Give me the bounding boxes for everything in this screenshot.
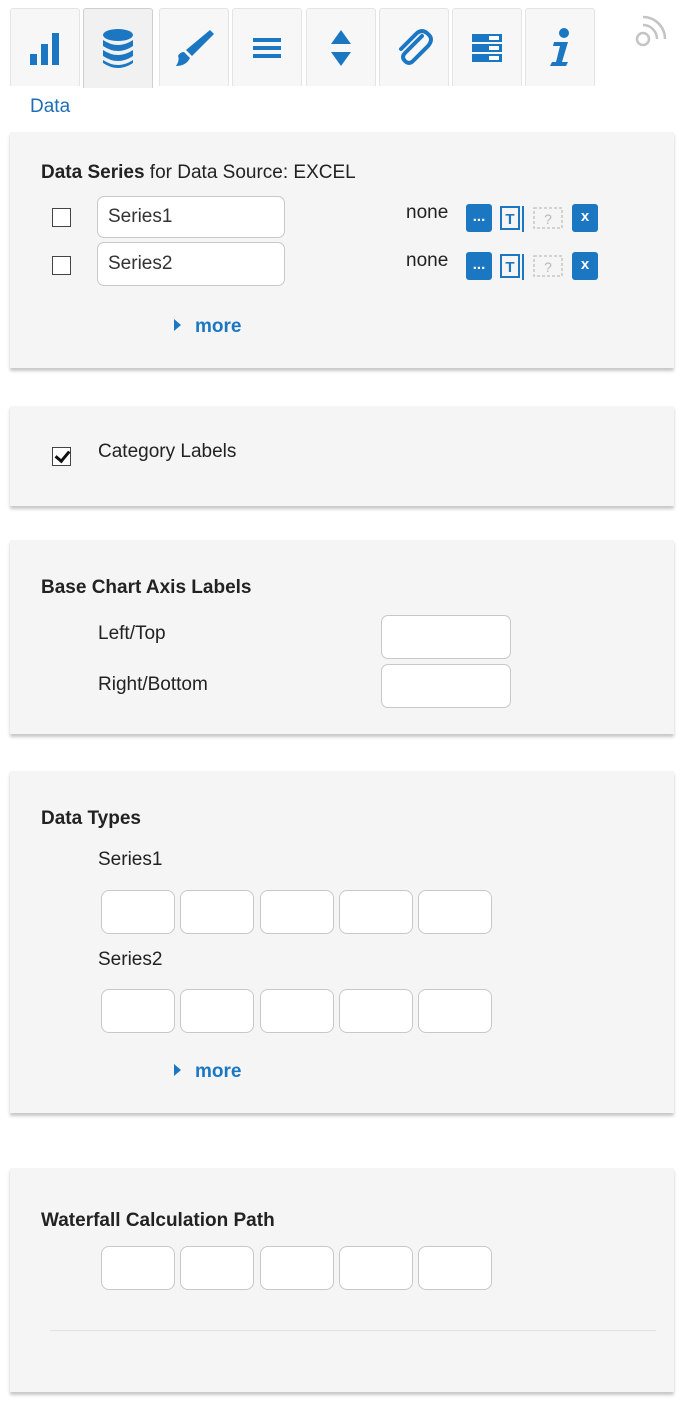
info-icon	[550, 27, 569, 66]
section-label: Data	[30, 96, 71, 117]
waterfall-cell-3[interactable]	[260, 1246, 334, 1290]
tab-sort[interactable]	[306, 8, 376, 86]
caret-right-icon	[174, 319, 181, 331]
axis-labels-title: Base Chart Axis Labels	[41, 577, 252, 598]
series2-type-cell-5[interactable]	[418, 989, 492, 1033]
series1-remove-button[interactable]: x	[572, 204, 598, 232]
data-series-panel: Data Series for Data Source: EXCEL none …	[10, 132, 674, 368]
series2-text-icon[interactable]: T	[500, 253, 528, 281]
series2-status: none	[406, 250, 449, 271]
tab-info[interactable]	[525, 8, 595, 86]
waterfall-divider	[50, 1330, 656, 1331]
right-bottom-label: Right/Bottom	[98, 674, 208, 695]
series1-select-button[interactable]: ...	[466, 204, 492, 232]
series2-type-cell-4[interactable]	[339, 989, 413, 1033]
series1-type-cell-5[interactable]	[418, 890, 492, 934]
category-labels-panel: Category Labels	[10, 406, 674, 506]
data-types-series1-label: Series1	[98, 849, 163, 870]
toolbar	[10, 8, 600, 88]
waterfall-title: Waterfall Calculation Path	[41, 1210, 275, 1231]
series1-status: none	[406, 202, 449, 223]
tab-style[interactable]	[159, 8, 229, 86]
tab-list[interactable]	[232, 8, 302, 86]
data-types-more-link[interactable]: more	[174, 1061, 241, 1083]
rss-icon[interactable]	[634, 14, 668, 48]
waterfall-cell-5[interactable]	[418, 1246, 492, 1290]
series2-type-cell-3[interactable]	[260, 989, 334, 1033]
series1-type-cell-4[interactable]	[339, 890, 413, 934]
series1-type-cell-1[interactable]	[101, 890, 175, 934]
waterfall-cell-4[interactable]	[339, 1246, 413, 1290]
series2-name-input[interactable]	[97, 242, 285, 286]
series2-checkbox[interactable]	[52, 256, 71, 275]
data-series-title: Data Series for Data Source: EXCEL	[41, 162, 356, 183]
series1-name-input[interactable]	[97, 196, 285, 238]
data-series-more-link[interactable]: more	[174, 316, 241, 338]
category-labels-label: Category Labels	[98, 441, 237, 462]
series2-help-icon[interactable]: ?	[533, 253, 565, 279]
series2-remove-button[interactable]: x	[572, 252, 598, 280]
svg-text:T: T	[505, 211, 514, 228]
waterfall-cell-1[interactable]	[101, 1246, 175, 1290]
paperclip-icon	[399, 28, 433, 65]
table-icon	[472, 33, 502, 62]
tab-table[interactable]	[452, 8, 522, 86]
series2-select-button[interactable]: ...	[466, 252, 492, 280]
waterfall-cell-2[interactable]	[180, 1246, 254, 1290]
series1-text-icon[interactable]: T	[500, 205, 528, 233]
tab-attachments[interactable]	[379, 8, 449, 86]
svg-text:T: T	[505, 259, 514, 276]
left-top-label: Left/Top	[98, 623, 166, 644]
svg-text:?: ?	[544, 259, 552, 275]
brush-icon	[176, 29, 214, 66]
database-icon	[103, 28, 133, 68]
bar-chart-icon	[30, 32, 59, 65]
data-types-series2-label: Series2	[98, 949, 163, 970]
right-bottom-input[interactable]	[381, 664, 511, 708]
waterfall-panel: Waterfall Calculation Path	[10, 1168, 674, 1392]
series2-type-cell-2[interactable]	[180, 989, 254, 1033]
sort-icon	[331, 29, 351, 66]
caret-right-icon	[174, 1064, 181, 1076]
tab-data[interactable]	[83, 8, 153, 88]
data-types-panel: Data Types Series1 Series2 more	[10, 771, 674, 1113]
series2-type-cell-1[interactable]	[101, 989, 175, 1033]
data-types-title: Data Types	[41, 808, 141, 829]
series1-type-cell-2[interactable]	[180, 890, 254, 934]
tab-chart[interactable]	[10, 8, 80, 86]
axis-labels-panel: Base Chart Axis Labels Left/Top Right/Bo…	[10, 540, 674, 734]
list-icon	[253, 37, 281, 58]
series1-type-cell-3[interactable]	[260, 890, 334, 934]
series1-checkbox[interactable]	[52, 208, 71, 227]
series1-help-icon[interactable]: ?	[533, 205, 565, 231]
left-top-input[interactable]	[381, 615, 511, 659]
category-labels-checkbox[interactable]	[52, 447, 71, 466]
svg-text:?: ?	[544, 211, 552, 227]
